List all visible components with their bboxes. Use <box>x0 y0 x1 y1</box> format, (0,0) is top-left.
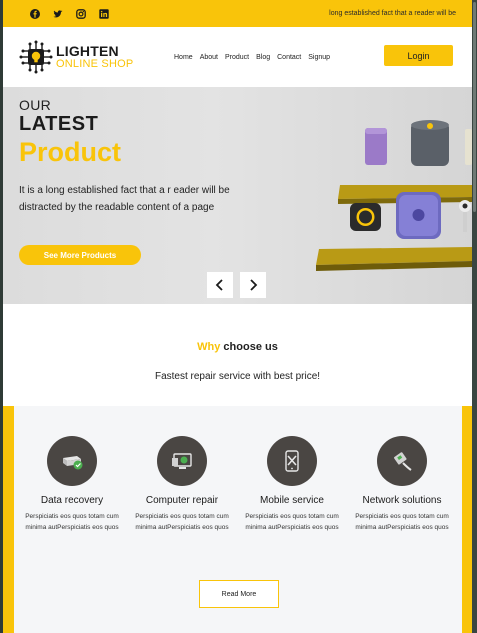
logo-subtitle: ONLINE SHOP <box>56 58 134 70</box>
chevron-left-icon <box>215 279 223 291</box>
hero-latest: LATEST <box>19 113 99 135</box>
top-bar: long established fact that a reader will… <box>3 0 472 27</box>
carousel-next-button[interactable] <box>240 272 266 298</box>
service-title: Mobile service <box>260 495 324 506</box>
carousel-prev-button[interactable] <box>207 272 233 298</box>
service-card-mobile-service[interactable]: Mobile service Perspiciatis eos quos tot… <box>242 436 342 533</box>
chevron-right-icon <box>250 279 258 291</box>
hero-shelves-image <box>316 120 472 271</box>
why-accent: Why <box>197 341 221 353</box>
services-left-accent <box>3 406 14 633</box>
service-title: Network solutions <box>362 495 442 506</box>
service-card-computer-repair[interactable]: Computer repair Perspiciatis eos quos to… <box>132 436 232 533</box>
service-title: Data recovery <box>40 495 104 506</box>
instagram-icon[interactable] <box>76 8 86 19</box>
nav-blog[interactable]: Blog <box>256 54 270 61</box>
logo[interactable]: LIGHTEN ONLINE SHOP <box>19 40 174 74</box>
service-description: Perspiciatis eos quos totam cum minima a… <box>25 513 119 531</box>
hero-product: Product <box>19 137 122 167</box>
services-section: Data recovery Perspiciatis eos quos tota… <box>3 406 472 633</box>
page-scrollbar[interactable] <box>472 0 477 633</box>
computer-icon <box>172 453 192 469</box>
why-rest: choose us <box>220 341 278 353</box>
logo-title: LIGHTEN <box>56 43 119 59</box>
nav-signup[interactable]: Signup <box>308 54 330 61</box>
page: long established fact that a reader will… <box>3 0 472 633</box>
service-icon-circle <box>47 436 97 486</box>
twitter-icon[interactable] <box>53 9 63 19</box>
hero-banner: OUR LATEST Product It is a long establis… <box>3 87 472 304</box>
service-title: Computer repair <box>145 495 219 506</box>
read-more-button[interactable]: Read More <box>199 580 279 608</box>
nav-product[interactable]: Product <box>225 54 249 61</box>
social-links <box>30 8 109 19</box>
service-icon-circle <box>267 436 317 486</box>
service-card-network-solutions[interactable]: Network solutions Perspiciatis eos quos … <box>352 436 452 533</box>
main-nav: Home About Product Blog Contact Signup <box>174 54 330 61</box>
site-header: LIGHTEN ONLINE SHOP Home About Product B… <box>3 27 472 87</box>
facebook-icon[interactable] <box>30 8 40 19</box>
nav-home[interactable]: Home <box>174 54 193 61</box>
why-subtitle: Fastest repair service with best price! <box>154 371 321 382</box>
service-description: Perspiciatis eos quos totam cum minima a… <box>355 513 449 531</box>
hard-drive-icon <box>63 456 83 470</box>
hero-our: OUR <box>19 97 52 113</box>
service-description: Perspiciatis eos quos totam cum minima a… <box>135 513 229 531</box>
circuit-logo-icon <box>19 40 53 74</box>
login-button[interactable]: Login <box>384 45 453 66</box>
mobile-tools-icon <box>285 450 299 472</box>
hero-description: It is a long established fact that a r e… <box>19 185 230 213</box>
services-right-accent <box>462 406 472 633</box>
scrollbar-thumb[interactable] <box>473 2 476 212</box>
network-cable-icon <box>394 452 412 471</box>
nav-about[interactable]: About <box>200 54 218 61</box>
service-description: Perspiciatis eos quos totam cum minima a… <box>245 513 339 531</box>
linkedin-icon[interactable] <box>99 8 109 19</box>
service-icon-circle <box>377 436 427 486</box>
why-choose-us-heading: Why choose us <box>3 341 472 353</box>
service-card-data-recovery[interactable]: Data recovery Perspiciatis eos quos tota… <box>22 436 122 533</box>
topbar-tagline: long established fact that a reader will… <box>329 10 456 17</box>
nav-contact[interactable]: Contact <box>277 54 301 61</box>
see-more-products-button[interactable]: See More Products <box>19 245 141 265</box>
service-icon-circle <box>157 436 207 486</box>
